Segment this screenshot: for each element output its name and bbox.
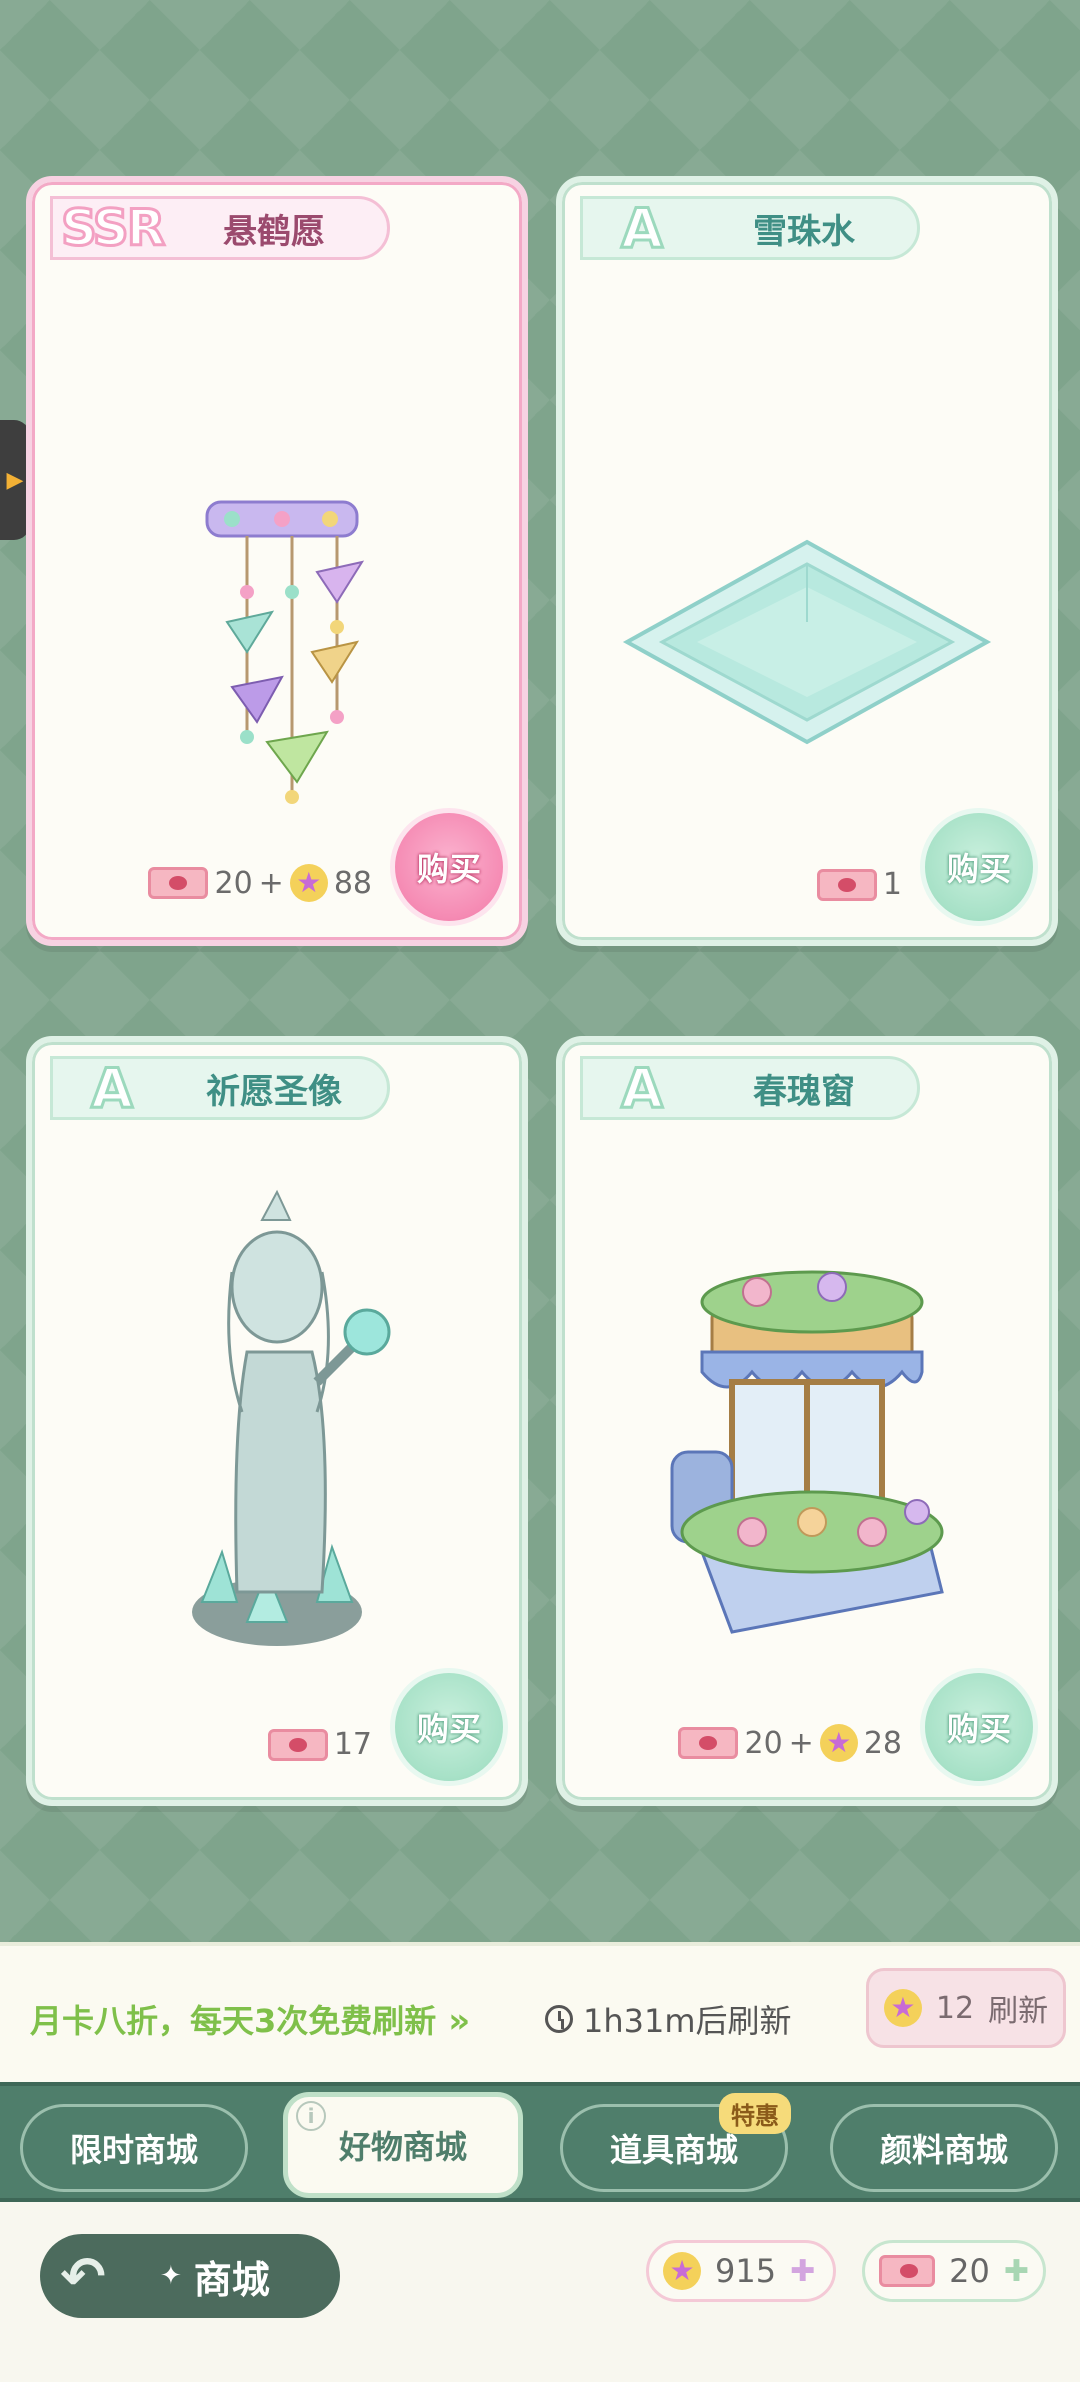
buy-button[interactable]: 购买 <box>920 808 1038 926</box>
card-title-bar: A 祈愿圣像 <box>50 1055 390 1121</box>
price-tickets: 1 <box>882 867 902 902</box>
double-chevron-right-icon: » <box>448 2001 471 2041</box>
tab-limited-shop[interactable]: 限时商城 <box>20 2104 248 2192</box>
clock-icon <box>545 2005 573 2033</box>
refresh-label: 刷新 <box>988 1994 1049 2029</box>
price-tickets: 20 <box>744 1725 783 1761</box>
refresh-bar: 月卡八折，每天3次免费刷新 » 1h31m后刷新 ★ 12 刷新 <box>0 1942 1080 2082</box>
refresh-timer: 1h31m后刷新 <box>545 1996 792 2042</box>
item-image-rose-window <box>562 1152 1052 1672</box>
footer-bar: ↶ ✦ 商城 ★ 915 ✚ 20 ✚ <box>0 2202 1080 2382</box>
refresh-button[interactable]: ★ 12 刷新 <box>866 1968 1066 2048</box>
product-card-3[interactable]: A 祈愿圣像 17 购买 <box>26 1036 528 1806</box>
ticket-balance: 20 <box>949 2252 990 2290</box>
tab-goods-shop[interactable]: i 好物商城 <box>283 2092 523 2198</box>
tab-paint-shop[interactable]: 颜料商城 <box>830 2104 1058 2192</box>
item-image-wind-chime <box>32 292 522 812</box>
star-coin-icon: ★ <box>289 864 328 902</box>
card-title-bar: A 雪珠水 <box>580 195 920 261</box>
buy-button[interactable]: 购买 <box>920 1668 1038 1786</box>
product-card-2[interactable]: A 雪珠水 1 购买 <box>556 176 1058 946</box>
price-tickets: 17 <box>333 1727 372 1762</box>
price-tickets: 20 <box>214 865 253 901</box>
price-row: 1 <box>816 867 902 902</box>
ticket-icon <box>148 867 209 899</box>
star-balance: 915 <box>715 2252 777 2290</box>
item-name: 悬鹤愿 <box>223 211 325 252</box>
chevron-right-icon: ▶ <box>6 467 24 493</box>
product-card-4[interactable]: A 春瑰窗 20 + ★ 28 购买 <box>556 1036 1058 1806</box>
plus-sign: + <box>788 1725 814 1761</box>
monthly-card-promo[interactable]: 月卡八折，每天3次免费刷新 » <box>30 1996 470 2042</box>
item-image-water-pool <box>562 292 1052 812</box>
product-card-1[interactable]: SSR 悬鹤愿 20 + ★ 88 购买 <box>26 176 528 946</box>
tab-label: 道具商城 <box>609 2131 738 2169</box>
star-coin-icon: ★ <box>663 2252 701 2290</box>
price-row: 20 + ★ 88 <box>148 864 372 902</box>
plus-sign: + <box>258 865 284 901</box>
ticket-icon <box>816 868 877 901</box>
rarity-badge: A <box>620 1055 665 1121</box>
promo-text: 月卡八折，每天3次免费刷新 <box>30 2002 437 2040</box>
tab-label: 好物商城 <box>338 2128 467 2166</box>
item-name: 祈愿圣像 <box>206 1071 342 1112</box>
card-title-bar: A 春瑰窗 <box>580 1055 920 1121</box>
add-icon[interactable]: ✚ <box>790 2254 815 2289</box>
back-arrow-icon: ↶ <box>60 2244 106 2308</box>
tab-item-shop[interactable]: 道具商城 特惠 <box>560 2093 791 2192</box>
ticket-icon <box>678 1727 739 1759</box>
star-currency[interactable]: ★ 915 ✚ <box>646 2240 836 2302</box>
rarity-badge: A <box>620 195 665 261</box>
ticket-currency[interactable]: 20 ✚ <box>862 2240 1046 2302</box>
card-title-bar: SSR 悬鹤愿 <box>50 196 390 260</box>
price-stars: 28 <box>863 1725 902 1761</box>
item-name: 春瑰窗 <box>753 1071 855 1112</box>
page-title: 商城 <box>193 2257 270 2302</box>
ticket-icon <box>267 1728 328 1761</box>
price-stars: 88 <box>333 865 372 901</box>
rarity-badge: SSR <box>60 198 167 259</box>
sale-badge: 特惠 <box>719 2093 791 2134</box>
timer-text: 1h31m后刷新 <box>583 2002 792 2040</box>
add-icon[interactable]: ✚ <box>1004 2254 1029 2289</box>
ticket-icon <box>879 2255 936 2287</box>
back-button[interactable]: ↶ ✦ 商城 <box>40 2234 340 2318</box>
refresh-cost: 12 <box>935 1990 975 2026</box>
item-image-statue <box>32 1152 522 1672</box>
price-row: 20 + ★ 28 <box>678 1724 902 1762</box>
info-icon[interactable]: i <box>296 2101 326 2131</box>
buy-button[interactable]: 购买 <box>390 808 508 926</box>
star-coin-icon: ★ <box>883 1989 922 2027</box>
buy-button[interactable]: 购买 <box>390 1668 508 1786</box>
star-coin-icon: ★ <box>819 1724 858 1762</box>
price-row: 17 <box>267 1727 372 1762</box>
sparkle-icon: ✦ <box>160 2261 182 2291</box>
item-name: 雪珠水 <box>753 211 855 252</box>
rarity-badge: A <box>90 1055 135 1121</box>
shop-tabs: 限时商城 i 好物商城 道具商城 特惠 颜料商城 <box>0 2082 1080 2202</box>
